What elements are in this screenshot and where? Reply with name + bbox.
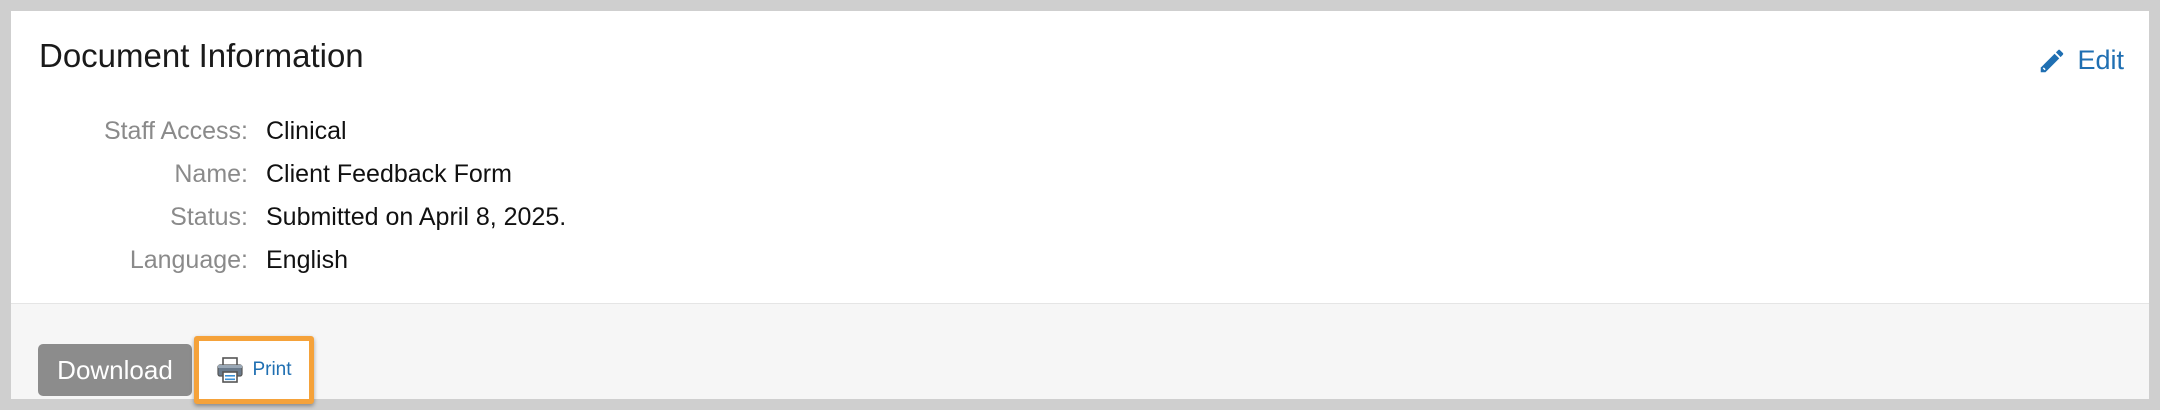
pencil-icon	[2037, 46, 2067, 76]
detail-label: Name:	[174, 160, 248, 188]
print-button[interactable]: Print	[204, 346, 304, 394]
printer-icon	[216, 356, 244, 384]
detail-value: Client Feedback Form	[266, 160, 512, 188]
download-button[interactable]: Download	[38, 344, 192, 396]
panel-footer: Download Print	[11, 303, 2149, 404]
detail-row-status: Status: Submitted on April 8, 2025.	[11, 197, 911, 237]
document-information-panel: Document Information Edit Staff Access: …	[11, 11, 2149, 404]
print-label: Print	[252, 359, 292, 380]
detail-row-staff-access: Staff Access: Clinical	[11, 111, 911, 151]
detail-row-language: Language: English	[11, 240, 911, 280]
detail-label: Status:	[170, 203, 248, 231]
detail-label: Language:	[129, 246, 248, 274]
edit-label: Edit	[2077, 45, 2124, 75]
print-button-highlight: Print	[194, 336, 314, 404]
panel-body: Document Information Edit Staff Access: …	[11, 11, 2149, 303]
detail-label: Staff Access:	[103, 117, 248, 145]
panel-title: Document Information	[39, 37, 364, 74]
edit-link[interactable]: Edit	[2037, 45, 2124, 76]
detail-value: Submitted on April 8, 2025.	[266, 203, 567, 231]
detail-value: English	[266, 246, 348, 274]
detail-value: Clinical	[266, 117, 347, 145]
detail-row-name: Name: Client Feedback Form	[11, 154, 911, 194]
